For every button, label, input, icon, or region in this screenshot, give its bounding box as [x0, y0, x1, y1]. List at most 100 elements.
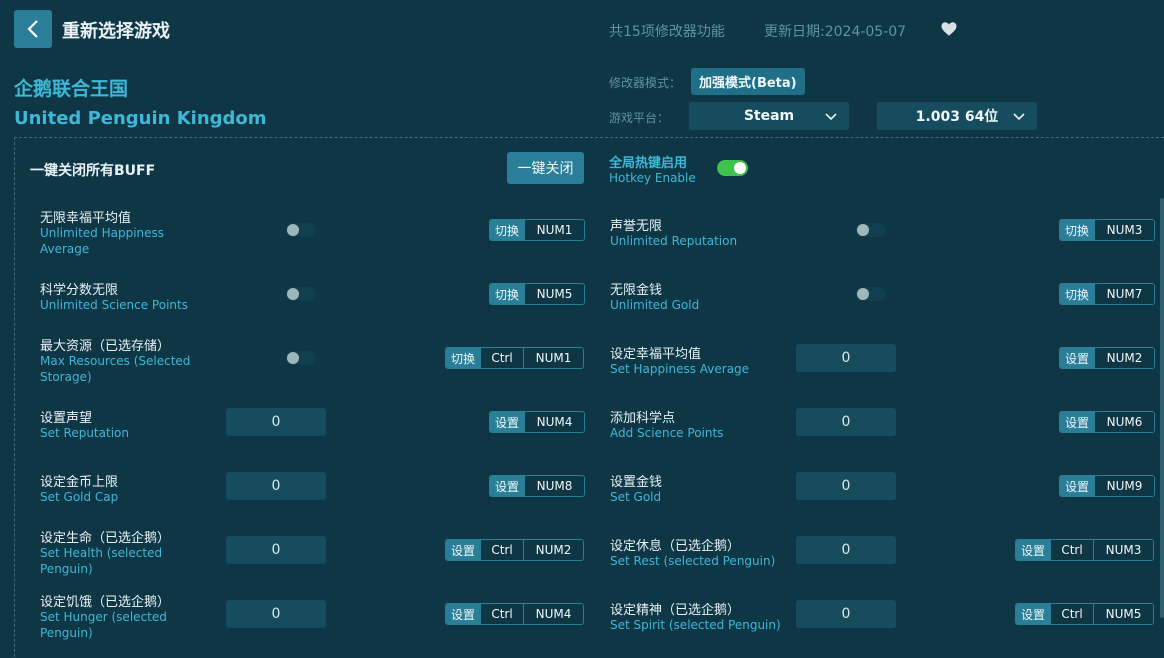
cheat-name-cn: 无限幸福平均值	[40, 211, 132, 226]
cheat-name-en: Set Rest (selected Penguin)	[610, 554, 776, 568]
cheat-name-cn: 设定休息（已选企鹅）	[610, 539, 741, 554]
value-input[interactable]: 0	[796, 536, 896, 564]
hotkey-group[interactable]: 切换 NUM3	[1059, 219, 1155, 241]
cheat-name-cn: 设定幸福平均值	[610, 347, 702, 362]
hotkey-action: 切换	[490, 220, 524, 240]
hotkey-action: 设置	[490, 412, 524, 432]
toggle-knob	[287, 352, 299, 364]
cheat-name-en: Max Resources (Selected Storage)	[40, 354, 191, 384]
cheat-toggle[interactable]	[856, 287, 886, 301]
chevron-left-icon	[27, 20, 38, 38]
hotkey-group[interactable]: 设置 NUM9	[1059, 475, 1155, 497]
cheat-name-cn: 设置声望	[40, 411, 93, 426]
hotkey-key: NUM2	[1094, 348, 1154, 368]
value-input[interactable]: 0	[226, 600, 326, 628]
hotkey-group[interactable]: 切换 NUM7	[1059, 283, 1155, 305]
toggle-knob	[857, 288, 869, 300]
hotkey-group[interactable]: 设置 Ctrl NUM3	[1015, 539, 1154, 561]
hotkey-key: NUM7	[1094, 284, 1154, 304]
update-date: 更新日期:2024-05-07	[764, 24, 907, 40]
feature-count: 共15项修改器功能	[609, 24, 725, 40]
value-input[interactable]: 0	[226, 408, 326, 436]
mode-label: 修改器模式：	[609, 76, 682, 90]
chevron-down-icon	[825, 113, 837, 121]
hotkey-key: NUM1	[524, 220, 584, 240]
hotkey-group[interactable]: 切换 NUM1	[489, 219, 585, 241]
version-select[interactable]: 1.003 64位	[877, 102, 1037, 130]
hotkey-key: NUM5	[1093, 604, 1153, 624]
value-input[interactable]: 0	[796, 472, 896, 500]
hotkey-action: 切换	[446, 348, 480, 368]
hotkey-action: 设置	[490, 476, 524, 496]
cheat-name-en: Set Spirit (selected Penguin)	[610, 618, 781, 632]
hotkey-action: 切换	[1060, 284, 1094, 304]
hotkey-key: NUM1	[523, 348, 583, 368]
hotkey-label-en: Hotkey Enable	[609, 171, 696, 185]
game-title-en: United Penguin Kingdom	[14, 108, 267, 129]
value-input[interactable]: 0	[796, 600, 896, 628]
platform-select[interactable]: Steam	[689, 102, 849, 130]
hotkey-key: Ctrl	[480, 604, 523, 624]
hotkey-group[interactable]: 切换 NUM5	[489, 283, 585, 305]
hotkey-group[interactable]: 设置 Ctrl NUM2	[445, 539, 584, 561]
hotkey-toggle[interactable]	[717, 160, 748, 176]
value-input[interactable]: 0	[226, 536, 326, 564]
onekey-off-button[interactable]: 一键关闭	[507, 152, 584, 184]
mode-badge[interactable]: 加强模式(Beta)	[691, 68, 805, 95]
platform-label: 游戏平台：	[609, 111, 670, 125]
cheat-toggle[interactable]	[286, 223, 316, 237]
hotkey-key: Ctrl	[1050, 540, 1093, 560]
hotkey-action: 切换	[490, 284, 524, 304]
cheat-name-cn: 设定金币上限	[40, 475, 119, 490]
cheat-panel	[14, 137, 1164, 658]
game-title-cn: 企鹅联合王国	[14, 78, 129, 100]
toggle-knob	[287, 224, 299, 236]
back-button[interactable]	[14, 10, 52, 48]
cheat-name-cn: 无限金钱	[610, 283, 663, 298]
hotkey-group[interactable]: 切换 Ctrl NUM1	[445, 347, 584, 369]
hotkey-group[interactable]: 设置 NUM4	[489, 411, 585, 433]
cheat-name-cn: 设定精神（已选企鹅）	[610, 603, 741, 618]
hotkey-action: 设置	[446, 540, 480, 560]
cheat-name-en: Unlimited Happiness Average	[40, 226, 165, 256]
cheat-name-en: Set Happiness Average	[610, 362, 750, 376]
cheat-name-en: Set Health (selected Penguin)	[40, 546, 163, 576]
cheat-name-cn: 声誉无限	[610, 219, 663, 234]
hotkey-group[interactable]: 设置 NUM2	[1059, 347, 1155, 369]
hotkey-group[interactable]: 设置 NUM6	[1059, 411, 1155, 433]
cheat-name-en: Set Reputation	[40, 426, 129, 440]
hotkey-action: 切换	[1060, 220, 1094, 240]
hotkey-action: 设置	[1060, 412, 1094, 432]
scrollbar[interactable]	[1160, 198, 1164, 618]
hotkey-group[interactable]: 设置 NUM8	[489, 475, 585, 497]
platform-value: Steam	[743, 108, 795, 124]
heart-icon[interactable]	[940, 20, 958, 38]
cheat-name-en: Set Gold Cap	[40, 490, 119, 504]
value-input[interactable]: 0	[796, 408, 896, 436]
hotkey-action: 设置	[446, 604, 480, 624]
cheat-name-en: Unlimited Reputation	[610, 234, 738, 248]
hotkey-key: NUM5	[524, 284, 584, 304]
cheat-name-en: Unlimited Gold	[610, 298, 700, 312]
page-title: 重新选择游戏	[62, 21, 170, 42]
hotkey-key: Ctrl	[1050, 604, 1093, 624]
cheat-toggle[interactable]	[286, 351, 316, 365]
toggle-knob	[734, 162, 746, 174]
hotkey-key: NUM8	[524, 476, 584, 496]
hotkey-group[interactable]: 设置 Ctrl NUM4	[445, 603, 584, 625]
cheat-toggle[interactable]	[286, 287, 316, 301]
hotkey-key: Ctrl	[480, 540, 523, 560]
cheat-toggle[interactable]	[856, 223, 886, 237]
hotkey-group[interactable]: 设置 Ctrl NUM5	[1015, 603, 1154, 625]
value-input[interactable]: 0	[796, 344, 896, 372]
hotkey-action: 设置	[1016, 540, 1050, 560]
cheat-name-cn: 设定生命（已选企鹅）	[40, 531, 171, 546]
cheat-name-cn: 最大资源（已选存储）	[40, 339, 171, 354]
buff-off-label: 一键关闭所有BUFF	[30, 163, 156, 179]
cheat-name-cn: 设定饥饿（已选企鹅）	[40, 595, 171, 610]
chevron-down-icon	[1013, 113, 1025, 121]
hotkey-label-cn: 全局热键启用	[609, 156, 688, 171]
value-input[interactable]: 0	[226, 472, 326, 500]
cheat-name-cn: 科学分数无限	[40, 283, 119, 298]
cheat-name-en: Unlimited Science Points	[40, 298, 188, 312]
